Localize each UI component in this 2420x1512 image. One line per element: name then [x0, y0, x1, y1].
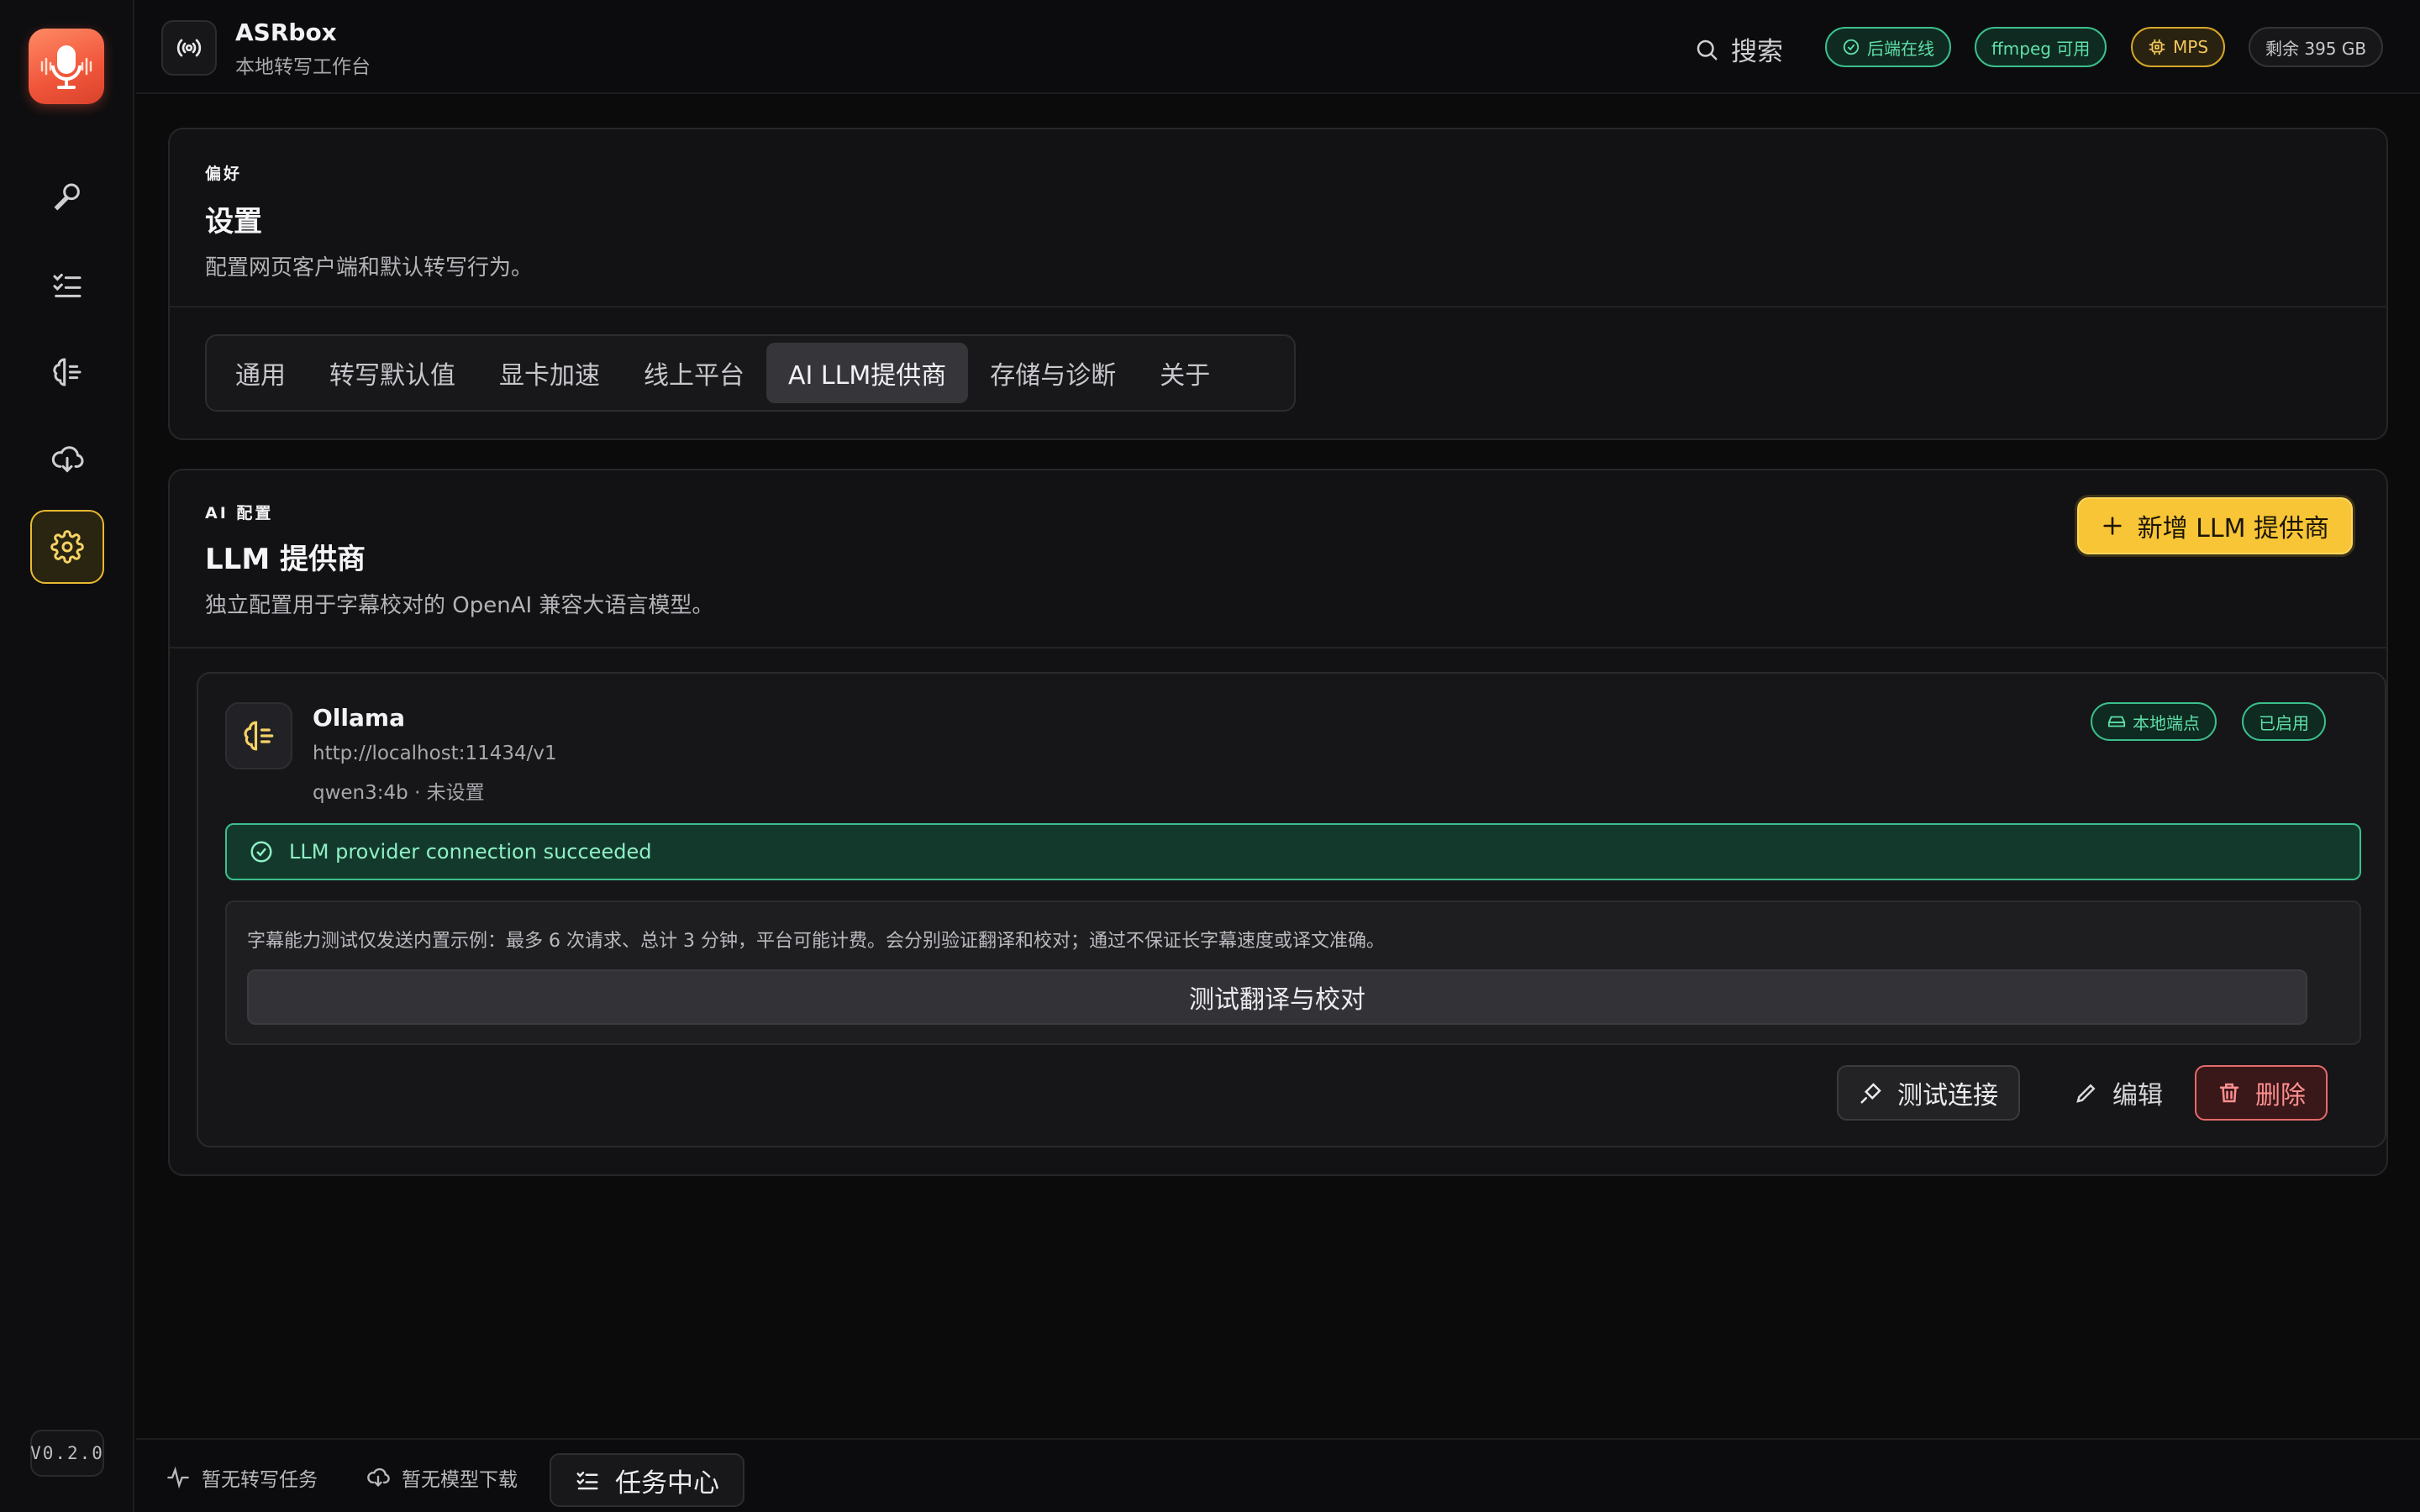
llm-title: LLM 提供商	[205, 543, 366, 576]
ffmpeg-status-badge: ffmpeg 可用	[1975, 27, 2107, 67]
top-header: ASRbox 本地转写工作台 搜索 后端在线 ffmpeg 可用 MPS 剩余 …	[136, 0, 2420, 94]
brain-icon	[225, 702, 292, 769]
mps-status-badge: MPS	[2131, 27, 2226, 67]
check-circle-icon	[1843, 39, 1860, 55]
hard-drive-icon	[2107, 716, 2126, 727]
task-list-icon	[53, 273, 82, 297]
nav-downloads[interactable]	[30, 423, 104, 496]
provider-url: http://localhost:11434/v1	[313, 743, 557, 764]
transcribe-status: 暂无转写任务	[166, 1463, 318, 1492]
broadcast-icon	[161, 20, 217, 76]
settings-card: 偏好 设置 配置网页客户端和默认转写行为。 通用 转写默认值 显卡加速 线上平台…	[168, 128, 2388, 440]
nav-transcribe[interactable]	[30, 160, 104, 234]
brain-icon	[53, 358, 82, 386]
provider-name: Ollama	[313, 704, 405, 732]
llm-description: 独立配置用于字幕校对的 OpenAI 兼容大语言模型。	[205, 593, 714, 618]
connection-success-alert: LLM provider connection succeeded	[225, 823, 2361, 880]
chip-icon	[2149, 39, 2165, 55]
settings-tabs: 通用 转写默认值 显卡加速 线上平台 AI LLM提供商 存储与诊断 关于	[205, 334, 1296, 412]
app-logo[interactable]	[29, 29, 104, 104]
test-translate-proofread-button[interactable]: 测试翻译与校对	[247, 969, 2307, 1025]
tab-general[interactable]: 通用	[213, 343, 308, 403]
add-llm-provider-button[interactable]: 新增 LLM 提供商	[2076, 497, 2353, 554]
backend-status-badge: 后端在线	[1825, 27, 1951, 67]
search-icon	[1697, 39, 1718, 60]
llm-providers-card: AI 配置 LLM 提供商 独立配置用于字幕校对的 OpenAI 兼容大语言模型…	[168, 469, 2388, 1176]
task-list-icon	[576, 1472, 598, 1490]
app-title: ASRbox	[235, 18, 337, 46]
gear-icon	[50, 530, 84, 564]
delete-button[interactable]: 删除	[2195, 1065, 2328, 1121]
enabled-tag: 已启用	[2242, 702, 2326, 741]
settings-title: 设置	[205, 205, 262, 239]
llm-eyebrow: AI 配置	[205, 504, 274, 522]
tab-transcribe-defaults[interactable]: 转写默认值	[308, 343, 477, 403]
subtitle-test-panel: 字幕能力测试仅发送内置示例：最多 6 次请求、总计 3 分钟，平台可能计费。会分…	[225, 900, 2361, 1045]
version-label: V0.2.0	[30, 1430, 104, 1477]
task-center-button[interactable]: 任务中心	[550, 1453, 744, 1507]
status-footer: 暂无转写任务 暂无模型下载 任务中心	[136, 1438, 2420, 1512]
local-endpoint-tag: 本地端点	[2091, 702, 2217, 741]
tab-ai-llm-providers[interactable]: AI LLM提供商	[766, 343, 969, 403]
tab-online-platforms[interactable]: 线上平台	[622, 343, 766, 403]
sidebar: V0.2.0	[0, 0, 134, 1512]
settings-description: 配置网页客户端和默认转写行为。	[205, 255, 534, 281]
download-status: 暂无模型下载	[366, 1463, 518, 1492]
disk-space-badge: 剩余 395 GB	[2249, 27, 2384, 67]
pencil-icon	[2076, 1084, 2096, 1103]
microphone-icon	[54, 183, 80, 211]
tab-storage-diagnostics[interactable]: 存储与诊断	[968, 343, 1138, 403]
nav-tasks[interactable]	[30, 248, 104, 322]
edit-button[interactable]: 编辑	[2054, 1065, 2183, 1121]
test-connection-button[interactable]: 测试连接	[1837, 1065, 2020, 1121]
activity-icon	[167, 1466, 189, 1489]
cloud-download-icon	[367, 1467, 390, 1487]
nav-settings[interactable]	[30, 510, 104, 584]
plug-icon	[1860, 1083, 1881, 1104]
plus-icon	[2102, 517, 2122, 535]
tab-about[interactable]: 关于	[1138, 343, 1232, 403]
tab-gpu-acceleration[interactable]: 显卡加速	[477, 343, 622, 403]
settings-eyebrow: 偏好	[205, 165, 243, 183]
search-label: 搜索	[1731, 37, 1783, 67]
provider-card-ollama: Ollama http://localhost:11434/v1 qwen3:4…	[197, 672, 2386, 1147]
check-circle-icon	[250, 841, 272, 863]
nav-models[interactable]	[30, 335, 104, 409]
cloud-download-icon	[51, 446, 84, 473]
divider	[170, 647, 2386, 648]
search-button[interactable]: 搜索	[1694, 30, 1783, 68]
provider-model: qwen3:4b · 未设置	[313, 782, 485, 804]
microphone-waveform-icon	[40, 45, 92, 89]
divider	[170, 306, 2386, 307]
test-note: 字幕能力测试仅发送内置示例：最多 6 次请求、总计 3 分钟，平台可能计费。会分…	[247, 931, 1385, 952]
trash-icon	[2219, 1083, 2239, 1103]
app-subtitle: 本地转写工作台	[235, 56, 371, 78]
